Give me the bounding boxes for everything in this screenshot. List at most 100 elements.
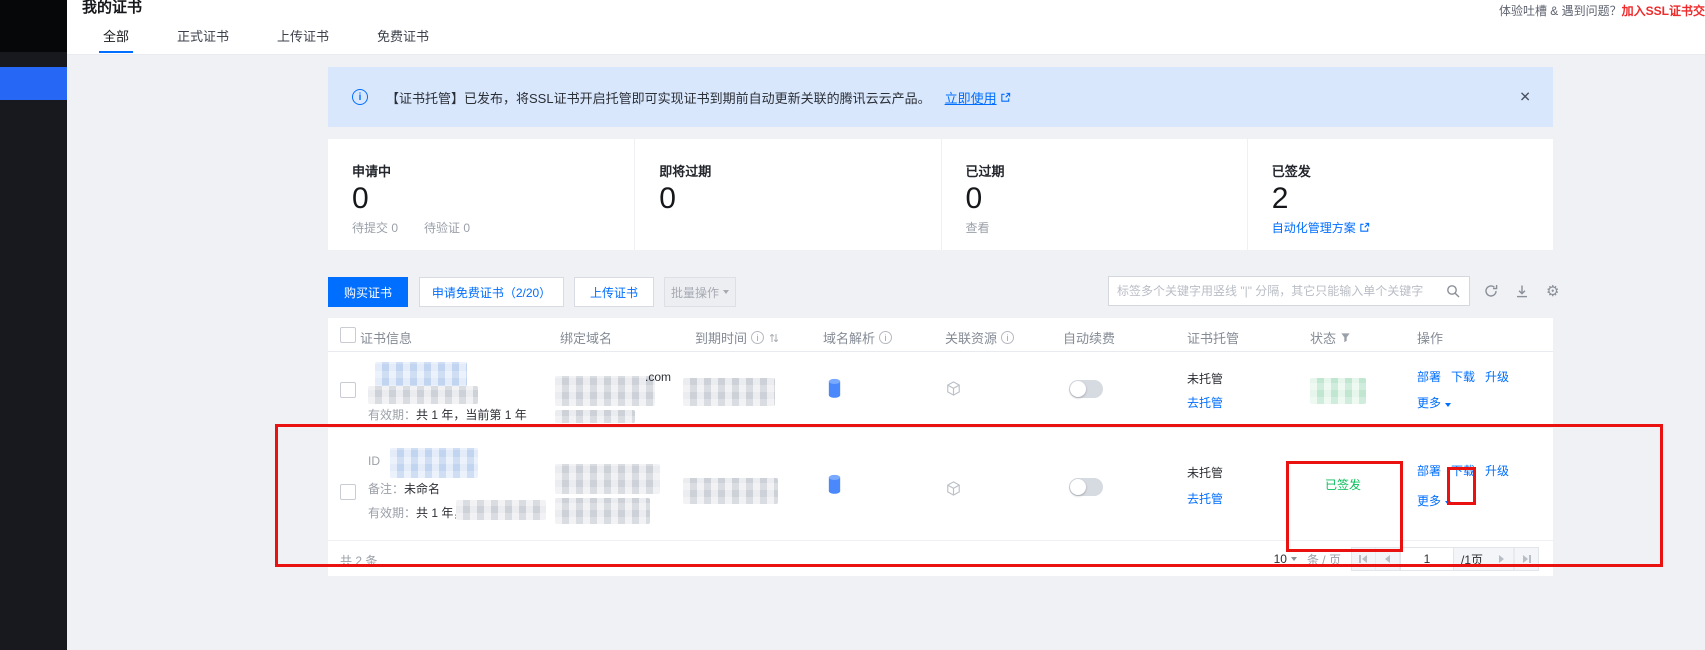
redacted-domain-line2 [555,498,650,524]
info-icon[interactable]: i [879,331,892,344]
stat-sub-pending-verify: 待验证 0 [424,219,470,236]
pagination: 10 条 / 页 /1页 [1274,547,1539,571]
col-cert-info: 证书信息 [360,328,412,347]
tab-uploaded-cert[interactable]: 上传证书 [277,26,329,53]
go-hosting-link[interactable]: 去托管 [1187,394,1223,411]
auto-renew-toggle[interactable] [1069,478,1103,496]
info-icon[interactable]: i [1001,331,1014,344]
page-header: 我的证书 体验吐槽 & 遇到问题？加入SSL证书交流 全部 正式证书 上传证书 … [67,0,1705,55]
info-icon: i [352,89,368,105]
go-hosting-link[interactable]: 去托管 [1187,490,1223,507]
download-link[interactable]: 下载 [1451,368,1475,385]
associated-resource-icon[interactable] [945,480,962,500]
search-input[interactable] [1109,284,1437,298]
domain-resolution-icon [826,472,843,499]
redacted-cert-id [368,386,478,404]
search-box [1108,276,1470,306]
stat-label: 已过期 [966,161,1247,180]
batch-operation-button[interactable]: 批量操作 [664,277,736,307]
use-now-link[interactable]: 立即使用 [945,88,1011,107]
feedback-bar: 体验吐槽 & 遇到问题？加入SSL证书交流 [1499,2,1705,19]
sidebar-logo-area [0,0,67,52]
stat-label: 即将过期 [659,161,940,180]
more-link[interactable]: 更多 [1417,492,1451,509]
redacted-expiry-date [683,478,778,504]
buy-cert-button[interactable]: 购买证书 [328,277,408,307]
table-row: ID 备注：未命名 有效期：共 1 年， 未托管 去托管 已签发 部署 下载 升… [328,428,1553,540]
redacted-status [1310,378,1366,404]
stat-issued: 已签发 2 自动化管理方案 [1247,139,1553,250]
download-link[interactable]: 下载 [1451,462,1475,479]
stat-value: 0 [352,182,634,216]
auto-renew-toggle[interactable] [1069,380,1103,398]
redacted-validity [456,500,546,520]
refresh-icon[interactable] [1484,284,1498,298]
first-page-button[interactable] [1352,548,1376,570]
more-link[interactable]: 更多 [1417,394,1451,411]
join-ssl-group-link[interactable]: 加入SSL证书交流 [1622,4,1705,18]
tab-free-cert[interactable]: 免费证书 [377,26,429,53]
close-icon[interactable]: ✕ [1519,89,1531,106]
col-associated-resource: 关联资源i [945,328,1014,347]
feedback-text: 体验吐槽 & 遇到问题？ [1499,4,1622,18]
tab-all[interactable]: 全部 [103,26,129,53]
automation-plan-link[interactable]: 自动化管理方案 [1272,219,1370,236]
sidebar-active-item[interactable] [0,67,67,100]
col-expiry: 到期时间i [695,328,780,347]
view-link[interactable]: 查看 [966,219,990,236]
next-page-button[interactable] [1490,548,1514,570]
hosting-notice-banner: i 【证书托管】已发布，将SSL证书开启托管即可实现证书到期前自动更新关联的腾讯… [328,67,1553,127]
row-checkbox[interactable] [340,484,356,500]
page-number-input[interactable] [1400,548,1454,570]
validity-text: 有效期：共 1 年，当前第 1 年 [368,406,527,423]
download-icon[interactable] [1515,284,1529,298]
info-icon[interactable]: i [751,331,764,344]
upload-cert-button[interactable]: 上传证书 [574,277,654,307]
stat-value: 0 [966,182,1247,216]
row-checkbox[interactable] [340,382,356,398]
hosting-status: 未托管 [1187,370,1223,387]
stat-value: 2 [1272,182,1553,216]
stat-value: 0 [659,182,940,216]
domain-fragment: .com [645,370,671,384]
upgrade-link[interactable]: 升级 [1485,462,1509,479]
redacted-domain-line2 [555,410,635,423]
col-domain-resolution: 域名解析i [823,328,892,347]
apply-free-cert-button[interactable]: 申请免费证书（2/20） [419,277,564,307]
settings-gear-icon[interactable]: ⚙ [1546,284,1559,299]
chevron-down-icon [1445,501,1451,505]
redacted-cert-id [390,448,478,478]
col-status: 状态 [1310,328,1351,347]
col-actions: 操作 [1417,328,1443,347]
redacted-expiry-date [683,378,775,406]
page-size-select[interactable]: 10 [1274,552,1297,566]
row-actions: 部署 下载 升级 [1417,462,1509,479]
select-all-checkbox[interactable] [340,327,356,343]
deploy-link[interactable]: 部署 [1417,462,1441,479]
chevron-down-icon [723,290,729,294]
last-page-button[interactable] [1514,548,1538,570]
tab-formal-cert[interactable]: 正式证书 [177,26,229,53]
stat-label: 已签发 [1272,161,1553,180]
stats-panel: 申请中 0 待提交 0 待验证 0 即将过期 0 已过期 0 查看 已签发 2 … [328,139,1553,250]
prev-page-button[interactable] [1376,548,1400,570]
redacted-domain [555,464,660,494]
stat-expired: 已过期 0 查看 [941,139,1247,250]
external-link-icon [1000,92,1011,103]
id-label: ID [368,454,380,468]
associated-resource-icon[interactable] [945,380,962,400]
search-icon[interactable] [1437,277,1469,305]
filter-icon[interactable] [1340,332,1351,343]
domain-resolution-icon [826,376,843,403]
sort-icon[interactable] [768,332,780,344]
external-link-icon [1359,222,1370,233]
page-title: 我的证书 [82,0,142,17]
chevron-down-icon [1291,557,1297,561]
redacted-domain [555,376,655,406]
table-row: 有效期：共 1 年，当前第 1 年 .com 未托管 去托管 部署 下载 升级 … [328,352,1553,428]
col-bound-domain: 绑定域名 [560,328,612,347]
status-issued: 已签发 [1325,476,1361,493]
deploy-link[interactable]: 部署 [1417,368,1441,385]
upgrade-link[interactable]: 升级 [1485,368,1509,385]
stat-expiring: 即将过期 0 [634,139,940,250]
